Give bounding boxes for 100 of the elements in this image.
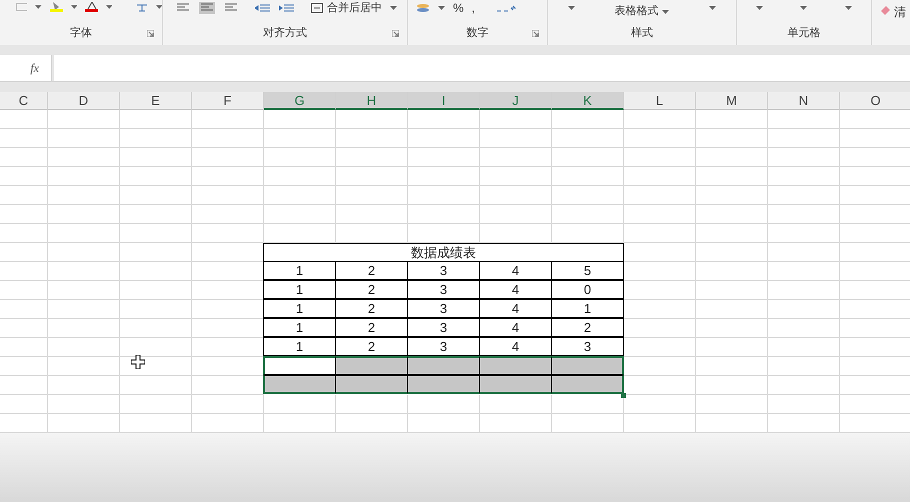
worksheet-cell[interactable] [768,243,840,262]
worksheet-cell[interactable] [768,395,840,414]
worksheet-cell[interactable] [336,129,408,148]
table-format-button[interactable]: 表格格式 [614,6,670,17]
worksheet-cell[interactable] [0,281,48,300]
worksheet-cell[interactable] [408,110,480,129]
worksheet-cell[interactable] [624,148,696,167]
selected-cell[interactable] [479,375,552,394]
worksheet-cell[interactable] [624,243,696,262]
worksheet-cell[interactable] [696,319,768,338]
worksheet-cell[interactable] [336,110,408,129]
worksheet-cell[interactable] [0,110,48,129]
worksheet-cell[interactable] [552,129,624,148]
worksheet-cell[interactable] [264,395,336,414]
worksheet-cell[interactable] [768,167,840,186]
worksheet-cell[interactable] [264,148,336,167]
worksheet-cell[interactable] [120,186,192,205]
worksheet-cell[interactable] [0,148,48,167]
dialog-launcher-icon[interactable] [392,30,399,37]
dialog-launcher-icon[interactable] [532,30,539,37]
worksheet-cell[interactable] [696,205,768,224]
worksheet-cell[interactable] [0,376,48,395]
worksheet-cell[interactable] [264,110,336,129]
worksheet-cell[interactable] [192,205,264,224]
worksheet-cell[interactable] [120,243,192,262]
worksheet-cell[interactable] [696,300,768,319]
worksheet-cell[interactable] [48,129,120,148]
worksheet-cell[interactable] [0,205,48,224]
selected-cell[interactable] [551,375,624,394]
worksheet-cell[interactable] [48,224,120,243]
worksheet-cell[interactable] [120,300,192,319]
worksheet-cell[interactable] [768,300,840,319]
merge-center-button[interactable]: 合并后居中 [311,2,382,14]
worksheet-cell[interactable] [264,167,336,186]
worksheet-cell[interactable] [192,129,264,148]
worksheet-cell[interactable] [120,395,192,414]
indent-icon[interactable] [279,3,295,13]
worksheet-cell[interactable] [696,167,768,186]
worksheet-cell[interactable] [696,281,768,300]
worksheet-cell[interactable] [624,338,696,357]
worksheet-cell[interactable] [696,129,768,148]
worksheet-cell[interactable] [696,243,768,262]
worksheet-cell[interactable] [768,357,840,376]
worksheet-cell[interactable] [48,148,120,167]
active-cell[interactable] [263,356,336,375]
worksheet-cell[interactable] [408,148,480,167]
worksheet-cell[interactable] [624,281,696,300]
worksheet-cell[interactable] [696,338,768,357]
worksheet-cell[interactable] [696,262,768,281]
worksheet-cell[interactable] [48,338,120,357]
worksheet-cell[interactable] [48,357,120,376]
column-header[interactable]: G [264,92,336,110]
worksheet-cell[interactable] [0,357,48,376]
formula-input[interactable] [54,55,910,81]
worksheet-cell[interactable] [120,110,192,129]
worksheet-cell[interactable] [552,205,624,224]
worksheet-cell[interactable] [408,186,480,205]
worksheet-cell[interactable] [768,376,840,395]
worksheet-cell[interactable] [624,262,696,281]
worksheet-cell[interactable] [408,129,480,148]
worksheet-cell[interactable] [336,205,408,224]
dialog-launcher-icon[interactable] [147,30,154,37]
worksheet-cell[interactable] [48,300,120,319]
fill-color-icon[interactable] [50,2,63,12]
worksheet-cell[interactable] [0,300,48,319]
worksheet-cell[interactable] [48,262,120,281]
clear-button[interactable]: 清 [872,0,906,45]
worksheet-cell[interactable] [624,110,696,129]
worksheet-cell[interactable] [552,186,624,205]
column-header[interactable]: I [408,92,480,110]
worksheet-cell[interactable] [192,186,264,205]
worksheet-cell[interactable] [48,281,120,300]
worksheet-cell[interactable] [48,376,120,395]
worksheet-cell[interactable] [480,148,552,167]
worksheet-cell[interactable] [48,110,120,129]
worksheet-cell[interactable] [480,110,552,129]
worksheet-cell[interactable] [552,110,624,129]
worksheet-cell[interactable] [480,205,552,224]
percent-button[interactable]: % [453,2,464,14]
selected-cell[interactable] [335,356,408,375]
worksheet-cell[interactable] [48,167,120,186]
currency-icon[interactable] [416,3,430,13]
worksheet-cell[interactable] [48,243,120,262]
worksheet-cell[interactable] [696,148,768,167]
worksheet-cell[interactable] [336,186,408,205]
worksheet-cell[interactable] [264,205,336,224]
worksheet-cell[interactable] [192,224,264,243]
worksheet-cell[interactable] [48,205,120,224]
selected-cell[interactable] [479,356,552,375]
worksheet-cell[interactable] [0,319,48,338]
worksheet-cell[interactable] [0,129,48,148]
worksheet-cell[interactable] [624,319,696,338]
selected-cell[interactable] [407,356,480,375]
worksheet-cell[interactable] [624,205,696,224]
worksheet-cell[interactable] [624,129,696,148]
worksheet-cell[interactable] [768,129,840,148]
worksheet-cell[interactable] [120,205,192,224]
worksheet-cell[interactable] [768,205,840,224]
worksheet-cell[interactable] [0,186,48,205]
worksheet-cell[interactable] [696,395,768,414]
